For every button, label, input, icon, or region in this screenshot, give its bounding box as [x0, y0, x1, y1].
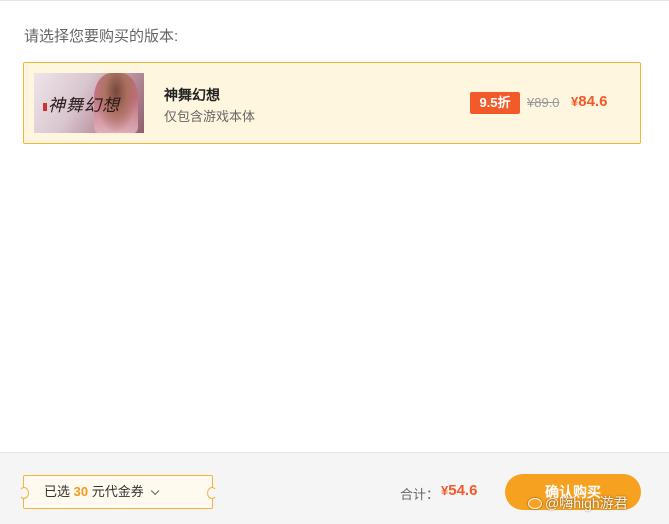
discount-badge: 9.5折: [470, 92, 520, 114]
edition-title: 神舞幻想: [164, 87, 220, 103]
purchase-footer: 已选 30 元代金券 合计： ¥54.6 确认购买: [0, 452, 669, 524]
total-price: ¥54.6: [441, 482, 477, 499]
edition-option-card[interactable]: 神舞幻想 神舞幻想 仅包含游戏本体 9.5折 ¥89.0 ¥84.6: [23, 62, 641, 144]
sale-price: ¥84.6: [571, 93, 607, 110]
edition-subtitle: 仅包含游戏本体: [164, 109, 256, 124]
total-amount: 54.6: [448, 482, 478, 499]
total-label: 合计：: [400, 487, 440, 502]
sale-price-amount: 84.6: [578, 93, 608, 110]
cover-seal-mark: [43, 103, 47, 111]
coupon-selector[interactable]: 已选 30 元代金券: [19, 475, 217, 509]
original-price: ¥89.0: [527, 95, 560, 110]
coupon-prefix: 已选: [44, 484, 71, 499]
weibo-watermark: @嗨high游君: [528, 493, 628, 513]
top-divider: [0, 0, 669, 1]
watermark-text: @嗨high游君: [545, 495, 628, 511]
coupon-amount: 30: [73, 484, 89, 499]
weibo-icon: [528, 498, 542, 509]
coupon-suffix: 元代金券: [91, 484, 144, 499]
version-prompt: 请选择您要购买的版本:: [24, 28, 179, 45]
game-cover-image: 神舞幻想: [34, 73, 144, 133]
cover-logo: 神舞幻想: [48, 96, 120, 116]
chevron-down-icon: [150, 486, 160, 496]
